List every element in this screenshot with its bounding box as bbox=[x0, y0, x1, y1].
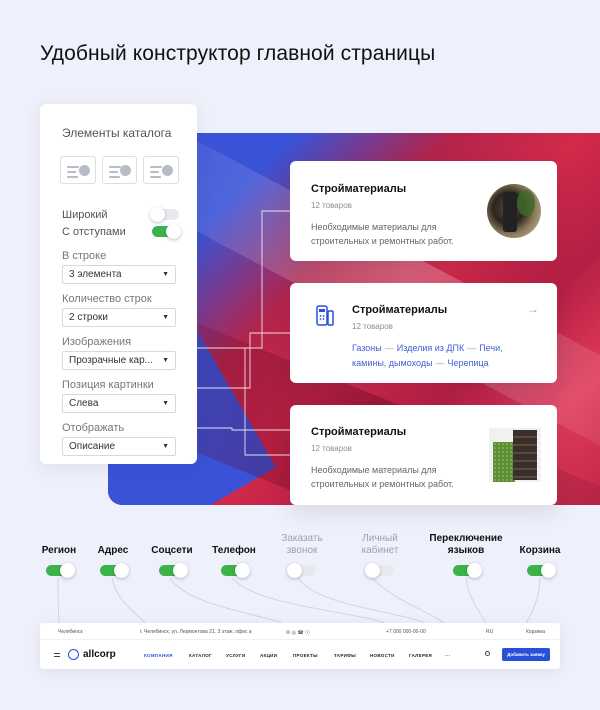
select-image-position[interactable]: Слева ▼ bbox=[62, 394, 176, 413]
card-subcategory-links: Газоны — Изделия из ДПК — Печи, камины, дымо… bbox=[352, 343, 503, 368]
feature-cart: Корзина bbox=[510, 545, 570, 578]
card-description: Необходимые материалы для строительных и… bbox=[311, 222, 454, 246]
toggle-padding[interactable] bbox=[152, 224, 181, 239]
catalog-card-2[interactable]: → Стройматериалы 12 товаров Газоны — Издел… bbox=[290, 283, 557, 383]
page-headline: Удобный конструктор главной страницы bbox=[40, 42, 436, 65]
layout-option-3[interactable] bbox=[143, 156, 180, 184]
select-rows[interactable]: 2 строки ▼ bbox=[62, 308, 176, 327]
card-count: 12 товаров bbox=[352, 322, 393, 331]
nav-item[interactable]: НОВОСТИ bbox=[370, 653, 395, 658]
add-request-button[interactable]: Добавить заявку bbox=[502, 648, 550, 661]
select-value: Описание bbox=[69, 441, 116, 452]
region-text[interactable]: Челябинск bbox=[58, 629, 83, 635]
toggle-region[interactable] bbox=[45, 563, 75, 578]
toggle-account[interactable] bbox=[364, 563, 394, 578]
search-icon[interactable] bbox=[485, 651, 490, 656]
toggle-label-wide: Широкий bbox=[62, 208, 108, 221]
caret-down-icon: ▼ bbox=[162, 357, 169, 364]
feature-callback: Заказать звонок bbox=[272, 533, 332, 578]
select-value: Слева bbox=[69, 398, 99, 409]
header-navbar: allcorp КОМПАНИЯ КАТАЛОГ УСЛУГИ АКЦИИ ПР… bbox=[40, 640, 560, 669]
feature-region: Регион bbox=[32, 545, 86, 578]
menu-icon[interactable] bbox=[54, 653, 60, 657]
feature-address: Адрес bbox=[86, 545, 140, 578]
select-per-row[interactable]: 3 элемента ▼ bbox=[62, 265, 176, 284]
toggle-social[interactable] bbox=[158, 563, 188, 578]
toggle-language[interactable] bbox=[452, 563, 482, 578]
field-label-rows: Количество строк bbox=[62, 293, 152, 305]
feature-account: Личный кабинет bbox=[350, 533, 410, 578]
subcategory-link[interactable]: Газоны bbox=[352, 343, 382, 353]
feature-label: Переключение языков bbox=[429, 533, 503, 556]
logo-mark-icon bbox=[68, 649, 79, 660]
nav-item[interactable]: ТАРИФЫ bbox=[334, 653, 356, 658]
feature-label: Личный кабинет bbox=[361, 533, 399, 556]
subcategory-link[interactable]: Изделия из ДПК bbox=[397, 343, 464, 353]
language-switch[interactable]: RU bbox=[486, 629, 493, 635]
nav-item[interactable]: АКЦИИ bbox=[260, 653, 277, 658]
toggle-phone[interactable] bbox=[220, 563, 250, 578]
card-description: Необходимые материалы для строительных и… bbox=[311, 465, 454, 489]
nav-item[interactable]: КАТАЛОГ bbox=[189, 653, 212, 658]
nav-item[interactable]: ПРОЕКТЫ bbox=[293, 653, 318, 658]
toggle-cart[interactable] bbox=[526, 563, 556, 578]
caret-down-icon: ▼ bbox=[162, 443, 169, 450]
feature-language: Переключение языков bbox=[428, 533, 504, 578]
logo-text: allcorp bbox=[83, 649, 116, 660]
caret-down-icon: ▼ bbox=[162, 400, 169, 407]
toggle-row-padding: С отступами bbox=[62, 223, 181, 240]
select-value: 2 строки bbox=[69, 312, 109, 323]
catalog-card-3[interactable]: Стройматериалы 12 товаров Необходимые ма… bbox=[290, 405, 557, 505]
phone-icon bbox=[316, 305, 334, 326]
toggle-wide[interactable] bbox=[150, 207, 179, 222]
feature-label: Заказать звонок bbox=[281, 533, 323, 556]
feature-label: Корзина bbox=[519, 545, 561, 556]
social-icons[interactable]: ✉ ◎ ☎ ⓥ bbox=[286, 629, 310, 636]
arrow-right-icon[interactable]: → bbox=[527, 302, 539, 316]
layout-option-1[interactable] bbox=[60, 156, 96, 184]
feature-label: Телефон bbox=[212, 545, 256, 556]
field-label-display: Отображать bbox=[62, 422, 125, 434]
nav-item[interactable]: УСЛУГИ bbox=[226, 653, 245, 658]
subcategory-link[interactable]: Черепица bbox=[448, 358, 489, 368]
catalog-card-1[interactable]: Стройматериалы 12 товаров Необходимые ма… bbox=[290, 161, 557, 261]
feature-label: Регион bbox=[41, 545, 77, 556]
select-value: Прозрачные кар... bbox=[69, 355, 153, 366]
phone-text[interactable]: +7 000 000-00-00 bbox=[386, 629, 426, 635]
cart-text[interactable]: Корзина bbox=[526, 629, 545, 635]
layout-option-2[interactable] bbox=[101, 156, 138, 184]
field-label-image-position: Позиция картинки bbox=[62, 379, 154, 391]
card-image-square bbox=[489, 428, 541, 482]
toggle-callback[interactable] bbox=[286, 563, 316, 578]
nav-item-more[interactable]: ··· bbox=[445, 653, 450, 658]
field-label-images: Изображения bbox=[62, 336, 132, 348]
header-topbar: Челябинск г. Челябинск, ул. Лермонтова 2… bbox=[40, 623, 560, 640]
toggle-row-wide: Широкий bbox=[62, 206, 179, 223]
nav-item[interactable]: КОМПАНИЯ bbox=[144, 653, 173, 658]
field-label-per-row: В строке bbox=[62, 250, 107, 262]
panel-title: Элементы каталога bbox=[62, 126, 172, 140]
toggle-label-padding: С отступами bbox=[62, 225, 126, 238]
feature-label: Адрес bbox=[97, 545, 129, 556]
toggle-address[interactable] bbox=[99, 563, 129, 578]
select-value: 3 элемента bbox=[69, 269, 122, 280]
catalog-settings-panel: Элементы каталога Широкий С отступами В … bbox=[40, 104, 197, 464]
feature-phone: Телефон bbox=[204, 545, 264, 578]
feature-label: Соцсети bbox=[151, 545, 193, 556]
caret-down-icon: ▼ bbox=[162, 271, 169, 278]
feature-social: Соцсети bbox=[142, 545, 202, 578]
select-images[interactable]: Прозрачные кар... ▼ bbox=[62, 351, 176, 370]
caret-down-icon: ▼ bbox=[162, 314, 169, 321]
layout-options bbox=[60, 156, 180, 184]
site-logo[interactable]: allcorp bbox=[68, 649, 116, 660]
select-display[interactable]: Описание ▼ bbox=[62, 437, 176, 456]
address-text: г. Челябинск, ул. Лермонтова 21, 3 этаж,… bbox=[140, 629, 252, 635]
card-image-round bbox=[487, 184, 541, 238]
nav-item[interactable]: ГАЛЕРЕЯ bbox=[409, 653, 432, 658]
site-header-preview: Челябинск г. Челябинск, ул. Лермонтова 2… bbox=[40, 623, 560, 669]
